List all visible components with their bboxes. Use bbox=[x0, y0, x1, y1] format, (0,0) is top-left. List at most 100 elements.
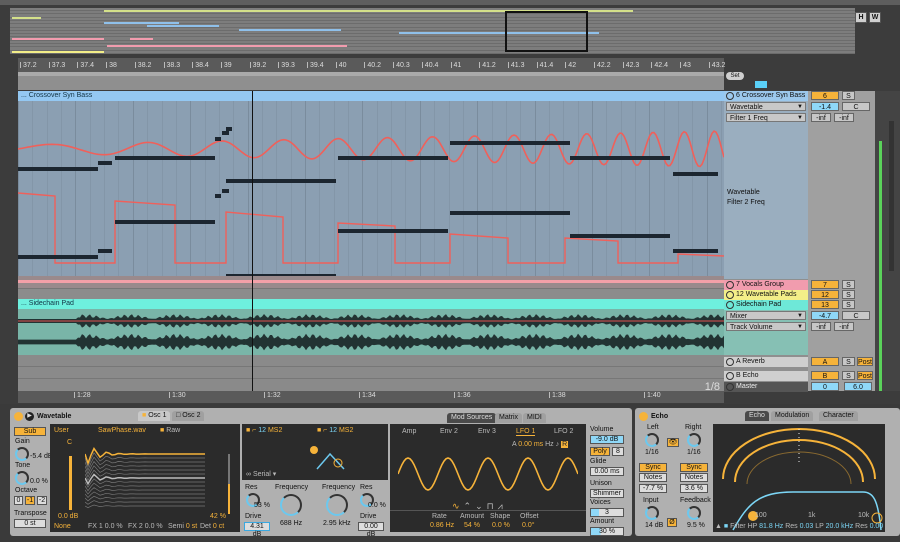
midi-note[interactable] bbox=[215, 194, 221, 198]
f2-freq-knob[interactable] bbox=[326, 494, 348, 516]
filter2-automation[interactable] bbox=[18, 192, 724, 264]
midi-note[interactable] bbox=[226, 127, 232, 131]
solo-button[interactable]: S bbox=[842, 280, 855, 289]
mixer-pan[interactable]: C bbox=[842, 102, 870, 111]
midi-note[interactable] bbox=[18, 167, 98, 171]
clip-title-pad[interactable]: ... Sidechain Pad bbox=[18, 299, 724, 309]
track-header[interactable]: 6 Crossover Syn Bass bbox=[724, 91, 808, 101]
mixer-max[interactable]: -inf bbox=[834, 113, 854, 122]
track-activator[interactable]: A bbox=[811, 357, 839, 366]
tone-knob[interactable] bbox=[15, 471, 29, 485]
midi-note[interactable] bbox=[115, 156, 215, 160]
mod-tab[interactable]: Env 2 bbox=[440, 428, 458, 435]
glide-field[interactable]: 0.00 ms bbox=[590, 467, 624, 476]
solo-button[interactable]: S bbox=[842, 290, 855, 299]
fold-icon[interactable] bbox=[726, 301, 734, 309]
volume-field[interactable]: -9.0 dB bbox=[590, 435, 624, 444]
tab-matrix[interactable]: Matrix bbox=[495, 413, 523, 423]
hp-res-value[interactable]: 0.03 bbox=[800, 523, 814, 530]
mod-tab[interactable]: Env 3 bbox=[478, 428, 496, 435]
fold-icon[interactable] bbox=[726, 281, 734, 289]
midi-note[interactable] bbox=[215, 137, 221, 141]
feedback-knob[interactable] bbox=[687, 506, 701, 520]
grid-size[interactable]: 1/8 bbox=[705, 381, 720, 393]
echo-power-icon[interactable] bbox=[639, 412, 648, 421]
filter-curve[interactable] bbox=[302, 444, 362, 470]
track-activator[interactable]: 7 bbox=[811, 280, 839, 289]
osc-gain-slider[interactable] bbox=[69, 456, 72, 510]
fx-mode-select[interactable]: None bbox=[54, 523, 71, 530]
midi-note[interactable] bbox=[226, 179, 336, 183]
poly-button[interactable]: Poly bbox=[590, 447, 610, 456]
time-ruler[interactable]: 1/8 1:28 1:30 1:32 1:34 1:36 1:38 1:40 bbox=[18, 381, 724, 403]
octave-0[interactable]: 0 bbox=[14, 496, 23, 505]
lp-value[interactable]: 20.0 kHz bbox=[826, 523, 854, 530]
wavetable-file[interactable]: SawPhase.wav bbox=[98, 427, 146, 434]
track-activator[interactable]: 12 bbox=[811, 290, 839, 299]
midi-note[interactable] bbox=[338, 229, 448, 233]
mod-tab[interactable]: LFO 1 bbox=[516, 428, 536, 436]
mixer-value[interactable]: -4.7 bbox=[811, 311, 839, 320]
vocals-group-lane[interactable] bbox=[18, 276, 724, 288]
phase-button[interactable]: Ø bbox=[667, 518, 677, 527]
midi-note[interactable] bbox=[98, 249, 112, 253]
link-button[interactable]: 👁 bbox=[667, 438, 679, 447]
solo-button[interactable]: S bbox=[842, 300, 855, 309]
tab-mod-sources[interactable]: Mod Sources bbox=[447, 413, 497, 423]
left-knob[interactable] bbox=[645, 433, 659, 447]
oscillator-display[interactable]: User SawPhase.wav ■ Raw C 0.0 dB 42 % No… bbox=[50, 424, 240, 532]
poly-voices-select[interactable]: 8 bbox=[612, 447, 624, 456]
midi-note[interactable] bbox=[115, 220, 215, 224]
filter1-slope[interactable]: 12 bbox=[258, 427, 266, 434]
filter2-slope[interactable]: 12 bbox=[329, 427, 337, 434]
tab-midi[interactable]: MIDI bbox=[523, 413, 546, 423]
mod-tab[interactable]: LFO 2 bbox=[554, 428, 573, 435]
midi-note[interactable] bbox=[673, 249, 718, 253]
tab-osc2[interactable]: □ Osc 2 bbox=[172, 411, 205, 421]
right-offset-field[interactable]: 3.6 % bbox=[680, 484, 708, 493]
device-chooser[interactable]: Wavetable bbox=[726, 102, 806, 112]
filter1-type[interactable]: MS2 bbox=[268, 427, 282, 434]
device-power-icon[interactable] bbox=[14, 412, 23, 421]
routing-select[interactable]: Serial bbox=[253, 471, 271, 478]
fold-icon[interactable] bbox=[726, 358, 734, 366]
octave-minus1[interactable]: -1 bbox=[25, 496, 35, 505]
octave-minus2[interactable]: -2 bbox=[37, 496, 47, 505]
set-button[interactable]: Set bbox=[726, 72, 744, 80]
amount-value[interactable]: 54 % bbox=[464, 522, 480, 529]
left-offset-field[interactable]: -7.7 % bbox=[639, 484, 667, 493]
overview-h-button[interactable]: H bbox=[855, 12, 867, 23]
f2-drive-field[interactable]: 0.00 dB bbox=[358, 522, 384, 538]
beat-ruler[interactable]: 37.2 37.3 37.4 38 38.2 38.3 38.4 39 39.2 39.3 39.4… bbox=[18, 58, 725, 72]
clip-title-bass[interactable]: ... Crossover Syn Bass bbox=[18, 91, 724, 101]
lfo-hz-toggle[interactable]: Hz bbox=[545, 441, 554, 448]
automation-curves[interactable] bbox=[18, 101, 724, 276]
left-mode-select[interactable]: Notes bbox=[639, 473, 667, 482]
wavetable-category[interactable]: User bbox=[54, 427, 69, 434]
wavetable-pads-lane[interactable] bbox=[18, 288, 724, 299]
midi-note[interactable] bbox=[222, 131, 229, 135]
tab-echo[interactable]: Echo bbox=[745, 411, 769, 421]
track-activator[interactable]: 6 bbox=[811, 91, 839, 100]
sub-button[interactable]: Sub bbox=[14, 427, 46, 436]
rate-value[interactable]: 0.86 Hz bbox=[430, 522, 454, 529]
post-button[interactable]: Post bbox=[857, 357, 873, 366]
mixer-value[interactable]: -1.4 bbox=[811, 102, 839, 111]
filter2-type[interactable]: MS2 bbox=[339, 427, 353, 434]
track-activator[interactable]: 13 bbox=[811, 300, 839, 309]
right-knob[interactable] bbox=[687, 433, 701, 447]
parameter-chooser[interactable]: Track Volume bbox=[726, 322, 806, 332]
master-volume[interactable]: 6.0 bbox=[844, 382, 872, 391]
right-sync-button[interactable]: Sync bbox=[680, 463, 708, 472]
midi-note[interactable] bbox=[18, 255, 98, 259]
track-header[interactable]: 7 Vocals Group bbox=[724, 280, 808, 290]
left-sync-button[interactable]: Sync bbox=[639, 463, 667, 472]
track-header[interactable]: A Reverb bbox=[724, 357, 808, 367]
midi-note[interactable] bbox=[570, 234, 670, 238]
hp-value[interactable]: 81.8 Hz bbox=[759, 523, 783, 530]
fold-icon[interactable] bbox=[726, 383, 734, 391]
mixer-min[interactable]: -inf bbox=[811, 113, 831, 122]
mod-tab[interactable]: Amp bbox=[402, 428, 416, 435]
offset-value[interactable]: 0.0° bbox=[522, 522, 535, 529]
fx2[interactable]: FX 2 0.0 % bbox=[128, 523, 163, 530]
